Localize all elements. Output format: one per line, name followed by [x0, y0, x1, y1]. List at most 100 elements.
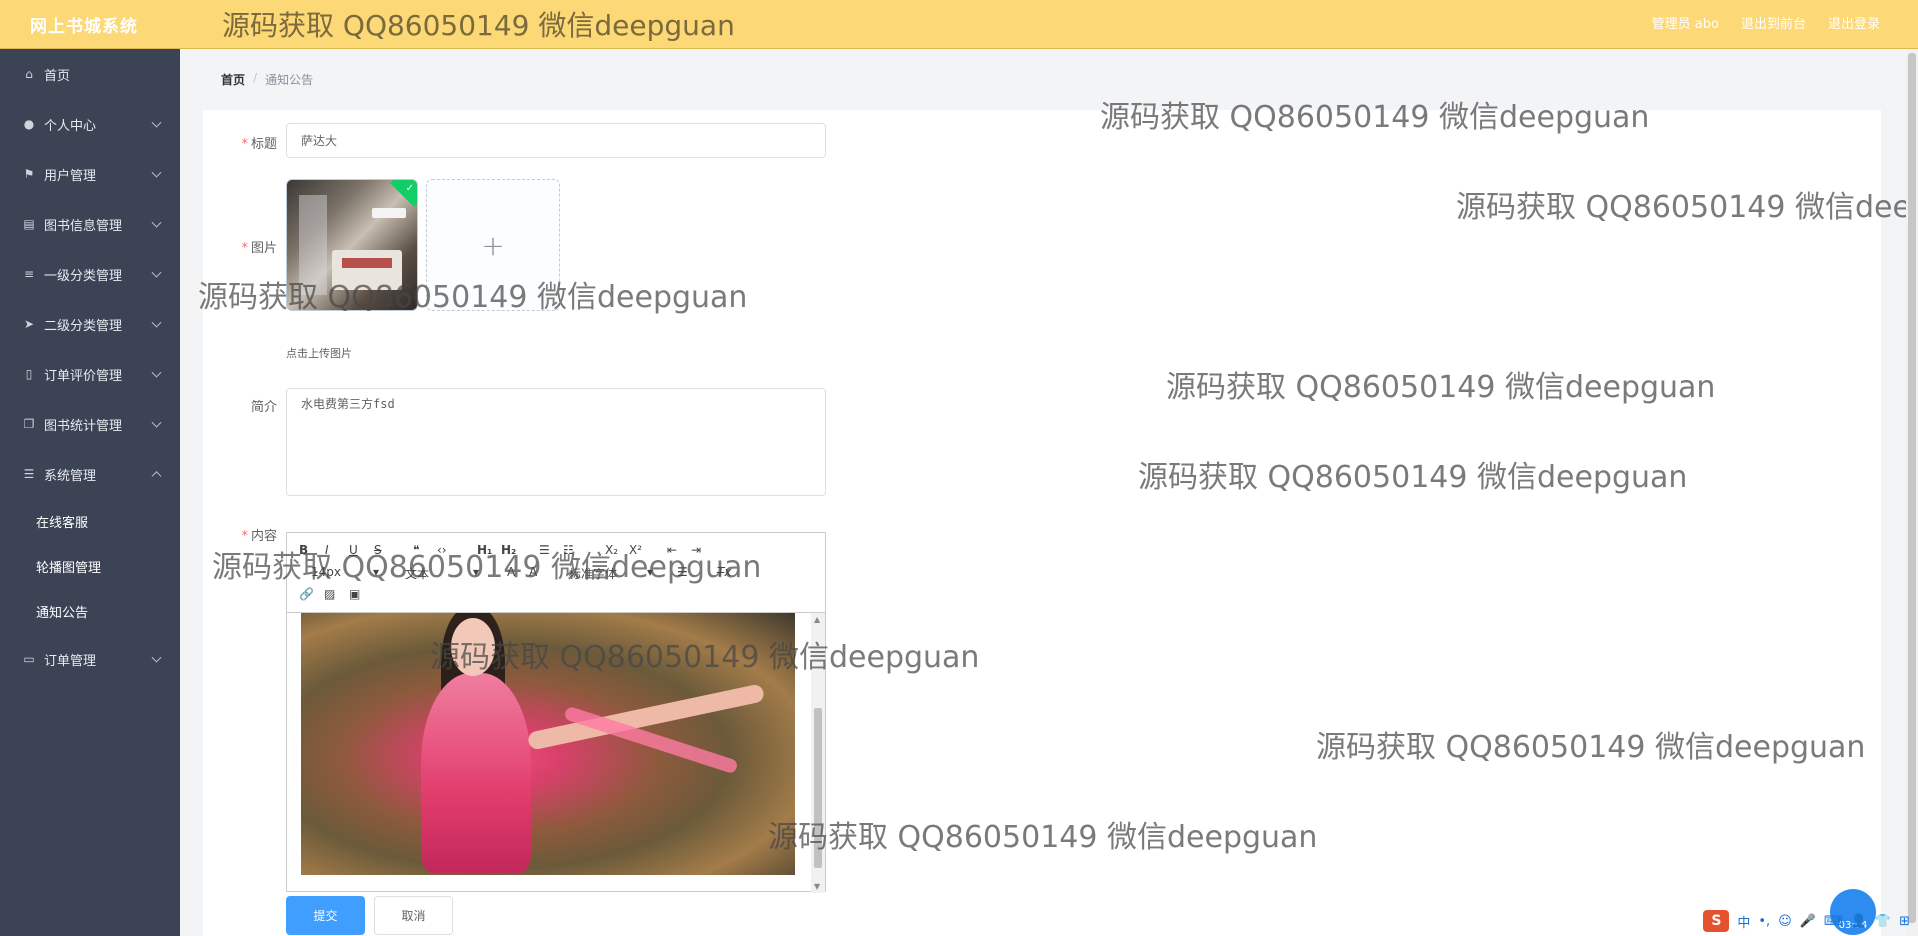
- bullet-list-icon[interactable]: ☷: [563, 543, 574, 557]
- page-scrollbar[interactable]: [1906, 49, 1918, 936]
- uploaded-image-thumbnail[interactable]: ✓: [286, 179, 418, 311]
- user-icon[interactable]: 👤: [1851, 914, 1867, 929]
- user-icon: ●: [23, 117, 35, 131]
- outdent-icon[interactable]: ⇤: [667, 543, 677, 557]
- underline-icon[interactable]: U: [349, 543, 358, 557]
- page-scroll-thumb[interactable]: [1908, 53, 1916, 923]
- ime-toolbar: S 中 •, ☺ 🎤 ⌨ 👤 👕 ⊞: [1703, 910, 1910, 932]
- chevron-down-icon: [151, 267, 162, 278]
- list-icon: ≡: [23, 267, 35, 281]
- italic-icon[interactable]: I: [325, 543, 329, 557]
- skin-icon[interactable]: 👕: [1875, 914, 1891, 929]
- sidebar-item-label: 个人中心: [44, 118, 97, 134]
- quote-icon[interactable]: ❝: [413, 543, 419, 557]
- chevron-down-icon: [151, 317, 162, 328]
- sidebar-item-reviews[interactable]: ▯ 订单评价管理: [0, 349, 180, 399]
- sidebar-item-users[interactable]: ⚑ 用户管理: [0, 149, 180, 199]
- sliders-icon: ☰: [23, 467, 35, 481]
- align-icon[interactable]: ☰: [677, 565, 688, 579]
- strike-icon[interactable]: S: [374, 543, 382, 557]
- breadcrumb-home[interactable]: 首页: [221, 71, 245, 88]
- scroll-thumb[interactable]: [814, 708, 822, 868]
- intro-textarea[interactable]: 水电费第三方fsd: [286, 388, 826, 496]
- sidebar-item-books[interactable]: ▤ 图书信息管理: [0, 199, 180, 249]
- sidebar-item-orders[interactable]: ▭ 订单管理: [0, 634, 180, 684]
- sidebar-item-label: 订单评价管理: [44, 368, 123, 384]
- chevron-down-icon: [151, 167, 162, 178]
- submit-button[interactable]: 提交: [286, 896, 365, 935]
- subscript-icon[interactable]: X₂: [605, 543, 618, 557]
- chevron-down-icon: [151, 417, 162, 428]
- header1-icon[interactable]: H₁: [477, 543, 492, 557]
- required-mark: *: [241, 137, 248, 152]
- background-color-icon[interactable]: A: [529, 565, 537, 579]
- back-to-frontend-link[interactable]: 退出到前台: [1741, 13, 1806, 32]
- sidebar-item-label: 图书统计管理: [44, 418, 123, 434]
- required-mark: *: [241, 529, 248, 544]
- text-type-select[interactable]: 文本: [405, 565, 429, 582]
- cancel-button[interactable]: 取消: [374, 896, 453, 935]
- message-icon: ▭: [23, 652, 35, 666]
- punctuation-icon[interactable]: •,: [1758, 914, 1770, 929]
- inserted-image: [301, 613, 795, 875]
- grid-icon[interactable]: ⊞: [1899, 914, 1910, 929]
- chevron-down-icon: [151, 217, 162, 228]
- font-family-select[interactable]: 标准字体: [569, 565, 617, 582]
- link-icon[interactable]: 🔗: [299, 587, 314, 601]
- app-logo: 网上书城系统: [30, 16, 138, 37]
- sidebar-item-home[interactable]: ⌂ 首页: [0, 49, 180, 99]
- breadcrumb-current: 通知公告: [265, 73, 314, 87]
- sidebar-item-system[interactable]: ☰ 系统管理: [0, 449, 180, 499]
- superscript-icon[interactable]: X²: [629, 543, 642, 557]
- sidebar-subitem-online-service[interactable]: 在线客服: [0, 499, 180, 544]
- chevron-down-icon: ▾: [647, 565, 654, 579]
- breadcrumb-separator: /: [253, 71, 258, 85]
- indent-icon[interactable]: ⇥: [691, 543, 701, 557]
- image-icon[interactable]: ▨: [324, 587, 335, 601]
- intro-label: 简介: [250, 400, 277, 415]
- sidebar-item-label: 二级分类管理: [44, 318, 123, 334]
- sidebar-subitem-notice[interactable]: 通知公告: [0, 589, 180, 634]
- microphone-icon[interactable]: 🎤: [1800, 914, 1816, 929]
- ordered-list-icon[interactable]: ☰: [539, 543, 550, 557]
- video-icon[interactable]: ▣: [349, 587, 360, 601]
- top-header: 网上书城系统 源码获取 QQ86050149 微信deepguan 管理员 ab…: [0, 0, 1918, 49]
- title-input[interactable]: 萨达大: [286, 123, 826, 158]
- scroll-down-icon[interactable]: ▼: [814, 882, 820, 891]
- content-label: * 内容: [241, 529, 277, 544]
- font-size-select[interactable]: 14px: [311, 565, 341, 579]
- sidebar-item-profile[interactable]: ● 个人中心: [0, 99, 180, 149]
- code-icon[interactable]: ‹›: [437, 543, 447, 557]
- editor-content[interactable]: ▲ ▼: [287, 613, 827, 893]
- rich-text-editor: B I U S ❝ ‹› H₁ H₂ ☰ ☷ X₂ X² ⇤ ⇥ 14px ▾ …: [286, 532, 827, 893]
- clear-format-icon[interactable]: T̶x: [717, 565, 731, 579]
- mobile-icon: ▯: [25, 367, 33, 381]
- sidebar-item-category2[interactable]: ➤ 二级分类管理: [0, 299, 180, 349]
- emoji-icon[interactable]: ☺: [1778, 914, 1792, 929]
- sidebar-item-stats[interactable]: ❐ 图书统计管理: [0, 399, 180, 449]
- bold-icon[interactable]: B: [299, 543, 308, 557]
- title-label: * 标题: [241, 137, 277, 152]
- chevron-down-icon: ▾: [373, 565, 380, 579]
- sidebar-item-label: 图书信息管理: [44, 218, 123, 234]
- image-upload-button[interactable]: +: [426, 179, 560, 311]
- editor-scrollbar[interactable]: ▲ ▼: [811, 613, 825, 893]
- ime-language-toggle[interactable]: 中: [1737, 912, 1750, 931]
- check-icon: ✓: [405, 183, 414, 194]
- scroll-up-icon[interactable]: ▲: [814, 615, 820, 624]
- sidebar-item-category1[interactable]: ≡ 一级分类管理: [0, 249, 180, 299]
- sidebar-item-label: 订单管理: [44, 653, 97, 669]
- chevron-down-icon: [151, 367, 162, 378]
- logout-link[interactable]: 退出登录: [1828, 13, 1880, 32]
- flag-icon: ⚑: [23, 167, 35, 181]
- book-icon: ▤: [23, 217, 35, 231]
- sidebar-subitem-carousel[interactable]: 轮播图管理: [0, 544, 180, 589]
- ime-logo-icon[interactable]: S: [1703, 910, 1730, 932]
- header2-icon[interactable]: H₂: [501, 543, 516, 557]
- font-color-icon[interactable]: A: [507, 565, 515, 579]
- sidebar-item-label: 首页: [44, 68, 71, 84]
- editor-toolbar: B I U S ❝ ‹› H₁ H₂ ☰ ☷ X₂ X² ⇤ ⇥ 14px ▾ …: [287, 533, 825, 613]
- header-actions: 管理员 abo 退出到前台 退出登录: [1652, 0, 1880, 44]
- sidebar-item-label: 系统管理: [44, 468, 97, 484]
- keyboard-icon[interactable]: ⌨: [1824, 914, 1843, 929]
